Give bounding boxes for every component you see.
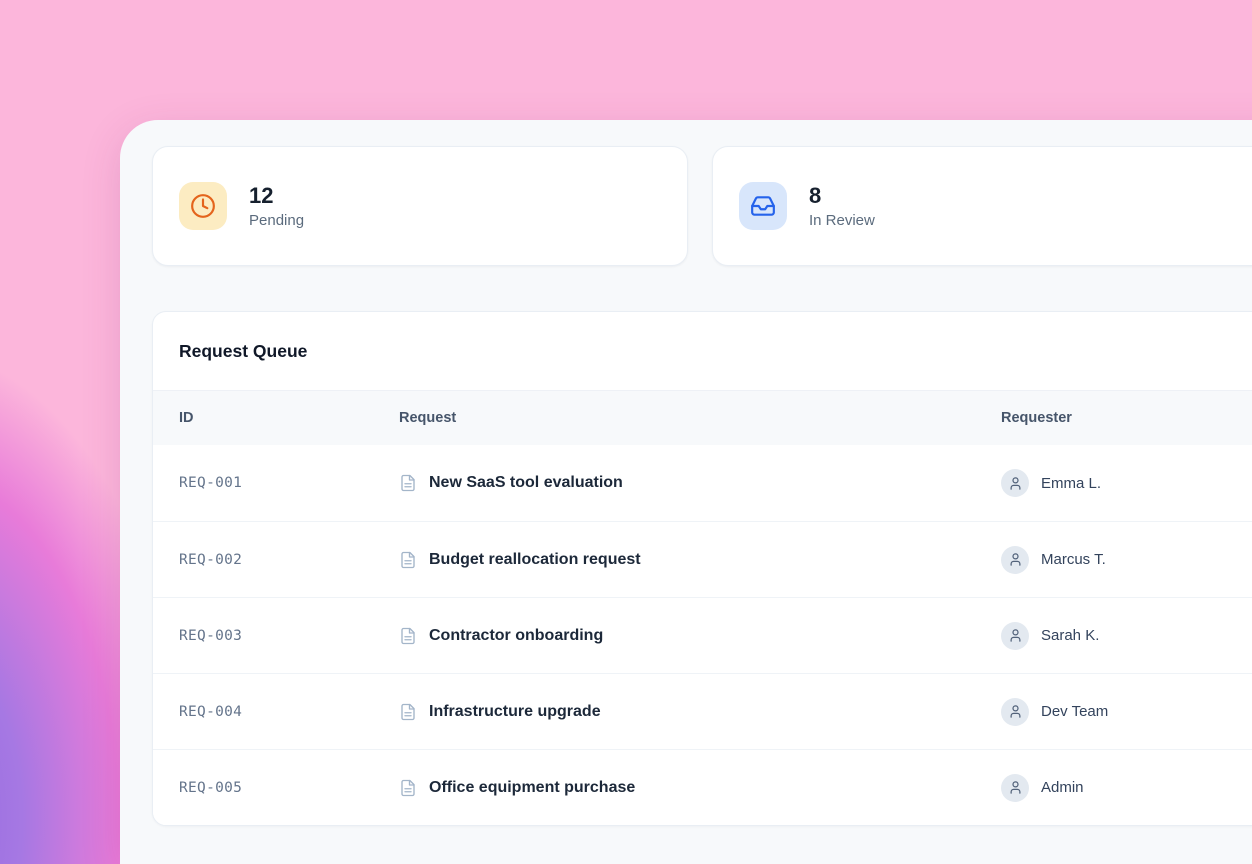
table-row[interactable]: REQ-001 New SaaS tool evaluation Emma L. bbox=[153, 445, 1252, 521]
requester-cell: Emma L. bbox=[1001, 469, 1252, 497]
user-icon bbox=[1008, 628, 1023, 643]
request-title: Office equipment purchase bbox=[429, 779, 635, 797]
column-header-request: Request bbox=[399, 410, 1001, 426]
page-background: 12 Pending 8 In Review Request Queue bbox=[0, 0, 1252, 864]
request-id: REQ-003 bbox=[179, 628, 399, 644]
main-panel: 12 Pending 8 In Review Request Queue bbox=[120, 120, 1252, 864]
file-text-icon bbox=[399, 703, 417, 721]
stat-card-in-review: 8 In Review bbox=[712, 146, 1252, 266]
request-cell: Contractor onboarding bbox=[399, 627, 1001, 645]
requester-name: Sarah K. bbox=[1041, 627, 1099, 644]
request-cell: Budget reallocation request bbox=[399, 551, 1001, 569]
request-title: Infrastructure upgrade bbox=[429, 703, 601, 721]
request-id: REQ-004 bbox=[179, 704, 399, 720]
request-cell: Office equipment purchase bbox=[399, 779, 1001, 797]
file-text-icon bbox=[399, 551, 417, 569]
file-text-icon bbox=[399, 474, 417, 492]
request-title: Contractor onboarding bbox=[429, 627, 603, 645]
stat-card-pending: 12 Pending bbox=[152, 146, 688, 266]
user-icon bbox=[1008, 780, 1023, 795]
stats-row: 12 Pending 8 In Review bbox=[152, 146, 1252, 266]
user-icon bbox=[1008, 704, 1023, 719]
request-queue-card: Request Queue ID Request Requester REQ-0… bbox=[152, 311, 1252, 826]
table-row[interactable]: REQ-004 Infrastructure upgrade Dev Team bbox=[153, 673, 1252, 749]
requester-name: Emma L. bbox=[1041, 475, 1101, 492]
requester-name: Marcus T. bbox=[1041, 551, 1106, 568]
avatar bbox=[1001, 469, 1029, 497]
file-text-icon bbox=[399, 627, 417, 645]
table-body: REQ-001 New SaaS tool evaluation Emma L.… bbox=[153, 445, 1252, 825]
pending-count: 12 bbox=[249, 183, 304, 209]
table-row[interactable]: REQ-005 Office equipment purchase Admin bbox=[153, 749, 1252, 825]
in-review-count: 8 bbox=[809, 183, 875, 209]
request-id: REQ-005 bbox=[179, 780, 399, 796]
request-id: REQ-001 bbox=[179, 475, 399, 491]
column-header-requester: Requester bbox=[1001, 410, 1252, 426]
inbox-icon bbox=[739, 182, 787, 230]
requester-name: Admin bbox=[1041, 779, 1084, 796]
table-header-row: ID Request Requester bbox=[153, 391, 1252, 445]
request-id: REQ-002 bbox=[179, 552, 399, 568]
requester-cell: Admin bbox=[1001, 774, 1252, 802]
user-icon bbox=[1008, 552, 1023, 567]
file-text-icon bbox=[399, 779, 417, 797]
avatar bbox=[1001, 546, 1029, 574]
stat-text-pending: 12 Pending bbox=[249, 183, 304, 229]
table-row[interactable]: REQ-002 Budget reallocation request Marc… bbox=[153, 521, 1252, 597]
in-review-label: In Review bbox=[809, 212, 875, 229]
requester-cell: Marcus T. bbox=[1001, 546, 1252, 574]
pending-label: Pending bbox=[249, 212, 304, 229]
avatar bbox=[1001, 622, 1029, 650]
table-row[interactable]: REQ-003 Contractor onboarding Sarah K. bbox=[153, 597, 1252, 673]
requester-name: Dev Team bbox=[1041, 703, 1108, 720]
requester-cell: Sarah K. bbox=[1001, 622, 1252, 650]
avatar bbox=[1001, 698, 1029, 726]
avatar bbox=[1001, 774, 1029, 802]
table-title: Request Queue bbox=[153, 312, 1252, 391]
request-cell: New SaaS tool evaluation bbox=[399, 474, 1001, 492]
column-header-id: ID bbox=[179, 410, 399, 426]
clock-icon bbox=[179, 182, 227, 230]
request-title: Budget reallocation request bbox=[429, 551, 641, 569]
request-title: New SaaS tool evaluation bbox=[429, 474, 623, 492]
requester-cell: Dev Team bbox=[1001, 698, 1252, 726]
request-cell: Infrastructure upgrade bbox=[399, 703, 1001, 721]
stat-text-in-review: 8 In Review bbox=[809, 183, 875, 229]
user-icon bbox=[1008, 476, 1023, 491]
